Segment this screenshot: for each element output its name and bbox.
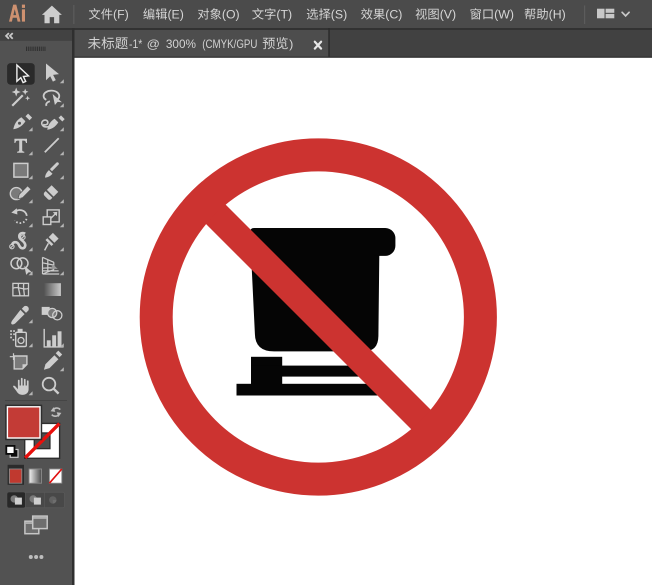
svg-text:@: @ [147, 37, 160, 51]
svg-text:(F): (F) [113, 8, 129, 22]
svg-text:(S): (S) [331, 8, 347, 22]
svg-text:300%: 300% [166, 37, 196, 51]
svg-text:(T): (T) [276, 8, 292, 22]
svg-text:(W): (W) [494, 8, 514, 22]
svg-text:(H): (H) [549, 8, 566, 22]
svg-text:): ) [289, 37, 293, 51]
svg-text:(E): (E) [167, 8, 183, 22]
svg-text:(CMYK/GPU: (CMYK/GPU [202, 37, 257, 51]
svg-text:(V): (V) [440, 8, 456, 22]
svg-text:(O): (O) [222, 8, 240, 22]
svg-text:(C): (C) [385, 8, 402, 22]
svg-text:-1*: -1* [129, 37, 143, 51]
